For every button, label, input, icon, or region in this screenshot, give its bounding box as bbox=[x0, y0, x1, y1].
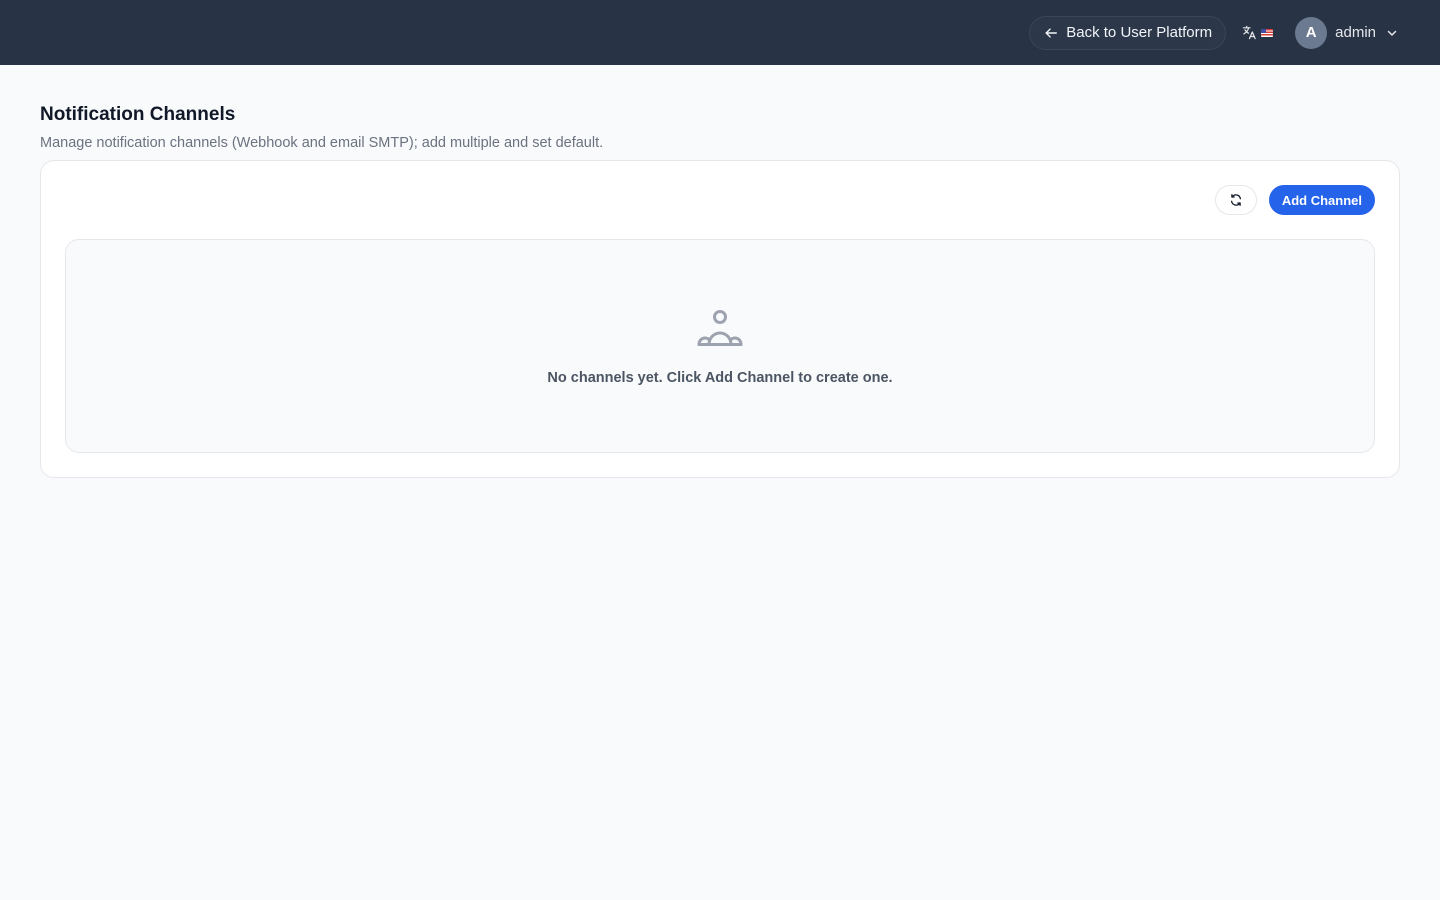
back-button-label: Back to User Platform bbox=[1066, 24, 1213, 41]
refresh-icon bbox=[1230, 194, 1241, 206]
avatar-initial: A bbox=[1305, 24, 1317, 41]
username: admin bbox=[1335, 24, 1376, 41]
empty-state-message: No channels yet. Click Add Channel to cr… bbox=[547, 370, 893, 386]
empty-state: No channels yet. Click Add Channel to cr… bbox=[65, 239, 1375, 453]
main-content: Notification Channels Manage notificatio… bbox=[0, 65, 1440, 478]
back-to-user-platform-button[interactable]: Back to User Platform bbox=[1029, 15, 1227, 50]
top-bar: Back to User Platform A admin bbox=[0, 0, 1440, 65]
page-subtitle: Manage notification channels (Webhook an… bbox=[40, 135, 604, 151]
refresh-button[interactable] bbox=[1214, 185, 1257, 215]
translate-icon bbox=[1242, 25, 1256, 40]
avatar: A bbox=[1295, 16, 1328, 49]
page-title: Notification Channels bbox=[40, 104, 236, 125]
us-flag-icon bbox=[1261, 28, 1274, 37]
add-channel-button[interactable]: Add Channel bbox=[1268, 185, 1375, 215]
arrow-left-icon bbox=[1045, 27, 1058, 38]
channels-card: Add Channel No channels yet. Click Add C… bbox=[40, 160, 1400, 478]
channels-toolbar: Add Channel bbox=[65, 185, 1375, 215]
language-switcher[interactable] bbox=[1242, 25, 1274, 40]
chevron-down-icon bbox=[1387, 30, 1397, 36]
users-group-icon bbox=[697, 310, 743, 346]
user-menu[interactable]: A admin bbox=[1295, 16, 1398, 49]
